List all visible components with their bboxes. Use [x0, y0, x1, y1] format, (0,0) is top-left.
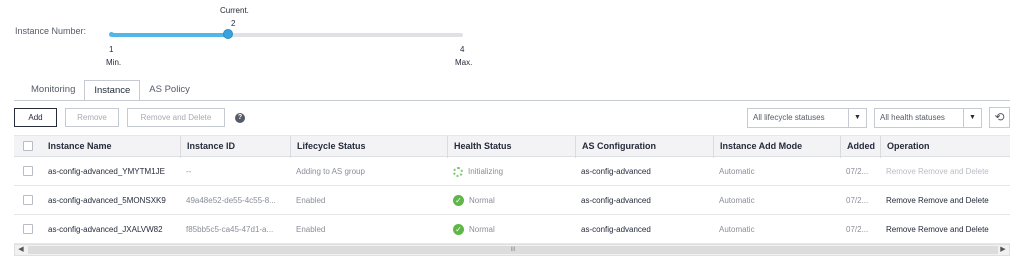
slider-track[interactable] [111, 33, 463, 37]
cell-added: 07/2... [846, 196, 869, 205]
row-remove-and-delete-link[interactable]: Remove and Delete [918, 167, 989, 176]
help-icon[interactable]: ? [235, 113, 245, 123]
tab-bar: Monitoring Instance AS Policy [22, 80, 199, 101]
instance-table: Instance Name Instance ID Lifecycle Stat… [14, 135, 1010, 256]
tab-monitoring[interactable]: Monitoring [22, 80, 84, 100]
row-remove-link[interactable]: Remove [886, 196, 916, 205]
refresh-icon: ⟲ [994, 110, 1005, 124]
row-remove-link[interactable]: Remove [886, 167, 916, 176]
add-button[interactable]: Add [14, 108, 57, 127]
cell-health-status: ✓ Normal [447, 215, 575, 244]
slider-track-fill [111, 33, 229, 37]
cell-as-configuration: as-config-advanced [581, 167, 651, 176]
instance-number-label: Instance Number: [15, 26, 87, 36]
scrollbar-thumb[interactable]: III [28, 246, 998, 254]
check-circle-icon: ✓ [453, 195, 464, 207]
slider-min-value: 1 [109, 45, 114, 54]
scroll-left-arrow-icon[interactable]: ◀ [15, 245, 27, 255]
row-remove-and-delete-link[interactable]: Remove and Delete [918, 196, 989, 205]
cell-instance-id: -- [186, 167, 192, 176]
cell-instance-name: as-config-advanced_JXALVW82 [48, 225, 163, 234]
health-status-text: Normal [469, 196, 495, 205]
scroll-right-arrow-icon[interactable]: ▶ [997, 245, 1009, 255]
column-header-instance-name[interactable]: Instance Name [42, 136, 180, 158]
cell-add-mode: Automatic [719, 167, 755, 176]
cell-instance-name: as-config-advanced_5MONSXK9 [48, 196, 166, 205]
column-header-instance-add-mode[interactable]: Instance Add Mode [713, 136, 840, 158]
slider-thumb[interactable] [223, 29, 234, 39]
column-header-as-configuration[interactable]: AS Configuration [575, 136, 713, 158]
chevron-down-icon: ▼ [848, 109, 866, 127]
refresh-button[interactable]: ⟲ [989, 107, 1010, 128]
initializing-spinner-icon [453, 166, 463, 177]
cell-instance-id: 49a48e52-de55-4c55-8... [186, 196, 276, 205]
scrollbar-grip: III [510, 247, 516, 253]
health-status-select-value: All health statuses [880, 113, 945, 122]
row-remove-and-delete-link[interactable]: Remove and Delete [918, 225, 989, 234]
instance-number-slider-area: Instance Number: Current. 2 1 Min. 4 Max… [0, 0, 1024, 76]
cell-operation: Remove Remove and Delete [880, 215, 1010, 244]
slider-current-label: Current. [220, 6, 249, 15]
table-row: as-config-advanced_5MONSXK9 49a48e52-de5… [14, 186, 1010, 215]
cell-add-mode: Automatic [719, 196, 755, 205]
cell-operation: Remove Remove and Delete [880, 157, 1010, 186]
cell-added: 07/2... [846, 225, 869, 234]
slider-start-dot [109, 32, 114, 37]
table-header: Instance Name Instance ID Lifecycle Stat… [14, 135, 1010, 158]
remove-and-delete-button[interactable]: Remove and Delete [127, 108, 225, 127]
row-checkbox[interactable] [23, 195, 33, 205]
cell-added: 07/2... [846, 167, 869, 176]
tab-instance[interactable]: Instance [84, 80, 141, 101]
tab-divider [14, 100, 1010, 101]
health-status-text: Normal [469, 225, 495, 234]
cell-instance-name: as-config-advanced_YMYTM1JE [48, 167, 165, 176]
slider-max-label: Max. [455, 58, 473, 67]
slider-max-value: 4 [460, 45, 465, 54]
remove-button[interactable]: Remove [65, 108, 119, 127]
table-row: as-config-advanced_YMYTM1JE -- Adding to… [14, 157, 1010, 186]
check-circle-icon: ✓ [453, 224, 464, 236]
cell-as-configuration: as-config-advanced [581, 225, 651, 234]
lifecycle-status-select[interactable]: All lifecycle statuses ▼ [747, 108, 867, 128]
horizontal-scrollbar[interactable]: ◀ III ▶ [14, 244, 1010, 256]
cell-lifecycle-status: Adding to AS group [296, 167, 365, 176]
column-header-added[interactable]: Added [840, 136, 880, 158]
cell-add-mode: Automatic [719, 225, 755, 234]
lifecycle-status-select-value: All lifecycle statuses [753, 113, 825, 122]
row-checkbox[interactable] [23, 166, 33, 176]
cell-health-status: ✓ Normal [447, 186, 575, 215]
health-status-select[interactable]: All health statuses ▼ [874, 108, 982, 128]
row-remove-link[interactable]: Remove [886, 225, 916, 234]
cell-lifecycle-status: Enabled [296, 196, 326, 205]
cell-instance-id: f85bb5c5-ca45-47d1-a... [186, 225, 274, 234]
column-header-health-status[interactable]: Health Status [447, 136, 575, 158]
health-status-text: Initializing [468, 167, 504, 176]
cell-health-status: Initializing [447, 157, 575, 186]
table-row: as-config-advanced_JXALVW82 f85bb5c5-ca4… [14, 215, 1010, 244]
column-header-instance-id[interactable]: Instance ID [180, 136, 290, 158]
select-all-checkbox[interactable] [23, 141, 33, 151]
tab-as-policy[interactable]: AS Policy [140, 80, 199, 100]
chevron-down-icon: ▼ [963, 109, 981, 127]
column-header-lifecycle-status[interactable]: Lifecycle Status [290, 136, 447, 158]
row-checkbox[interactable] [23, 224, 33, 234]
cell-as-configuration: as-config-advanced [581, 196, 651, 205]
slider-min-label: Min. [106, 58, 122, 67]
cell-operation: Remove Remove and Delete [880, 186, 1010, 215]
cell-lifecycle-status: Enabled [296, 225, 326, 234]
column-header-operation: Operation [880, 136, 1010, 158]
slider-current-value: 2 [231, 19, 236, 28]
